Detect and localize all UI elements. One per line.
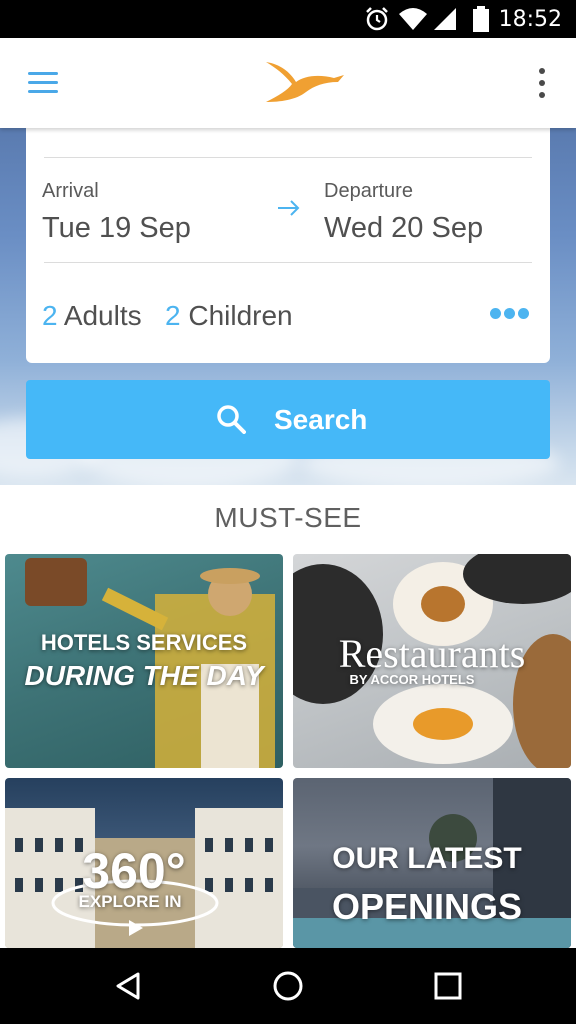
arrival-date: Tue 19 Sep — [42, 212, 191, 244]
tile-restaurants[interactable]: Restaurants BY ACCOR HOTELS — [293, 554, 571, 768]
guests-field[interactable]: 2 Adults 2 Children — [42, 300, 293, 332]
system-nav-bar — [0, 948, 576, 1024]
tile-title-line1: Restaurants — [338, 631, 526, 676]
search-button-label: Search — [274, 404, 368, 435]
status-bar: 18:52 — [0, 0, 576, 38]
children-label: Children — [188, 300, 293, 331]
children-count: 2 — [164, 300, 181, 331]
tile-title-line2: OPENINGS — [331, 886, 523, 927]
tile-title-line2: EXPLORE IN — [78, 892, 182, 911]
adults-label: Adults — [63, 300, 142, 331]
more-vertical-icon[interactable] — [526, 66, 556, 102]
departure-label: Departure — [324, 180, 413, 202]
home-icon[interactable] — [272, 970, 304, 1002]
tile-title-line2: BY ACCOR HOTELS — [349, 672, 475, 687]
tile-title-line1: OUR LATEST — [332, 842, 522, 875]
tile-explore-360[interactable]: 360° EXPLORE IN — [5, 778, 283, 948]
divider — [44, 157, 532, 158]
search-button[interactable]: Search — [26, 380, 550, 459]
search-icon — [217, 405, 246, 434]
clock: 18:52 — [498, 7, 562, 32]
tile-title-line2: DURING THE DAY — [24, 660, 264, 691]
app-bar — [0, 38, 576, 128]
tile-hotel-services[interactable]: HOTELS SERVICES DURING THE DAY — [5, 554, 283, 768]
arrival-label: Arrival — [42, 180, 99, 202]
more-options-icon[interactable] — [490, 308, 530, 320]
booking-card: Arrival Tue 19 Sep Departure Wed 20 Sep … — [26, 118, 550, 363]
accor-bird-logo — [266, 62, 344, 102]
recents-icon[interactable] — [432, 970, 464, 1002]
wifi-icon — [399, 8, 427, 30]
adults-count: 2 — [42, 300, 58, 331]
tile-latest-openings[interactable]: OUR LATEST OPENINGS — [293, 778, 571, 948]
section-title: MUST-SEE — [214, 502, 362, 533]
tile-title-line1: HOTELS SERVICES — [40, 630, 248, 655]
signal-icon — [434, 8, 456, 30]
departure-date: Wed 20 Sep — [324, 212, 484, 244]
divider — [44, 262, 532, 263]
arrow-right-icon — [278, 200, 300, 216]
hamburger-menu-icon[interactable] — [26, 70, 62, 96]
battery-icon — [473, 6, 489, 32]
back-icon[interactable] — [112, 970, 144, 1002]
alarm-icon — [366, 7, 388, 31]
